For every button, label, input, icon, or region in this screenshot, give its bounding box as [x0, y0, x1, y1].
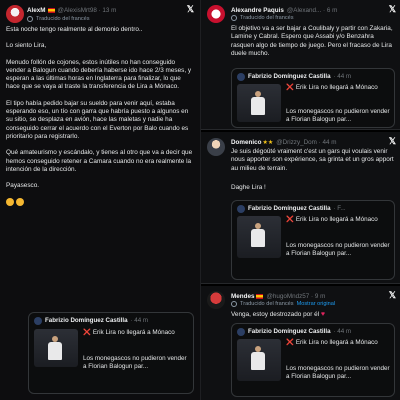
face-icon	[6, 198, 14, 207]
heart-icon: ♥	[320, 311, 326, 318]
tweet-text: Venga, estoy destrozado por él ♥	[231, 311, 326, 318]
tweet-header: Domenico ★★ @Drizzy_Dom · 44 m	[231, 137, 396, 147]
quote-title: ❌ Erik Lira no llegará a Mónaco	[286, 339, 378, 346]
tweet-card[interactable]: Domenico ★★ @Drizzy_Dom · 44 m 𝕏 Je suis…	[201, 132, 400, 284]
quote-text: Los monegascos no pudieron vender a Flor…	[83, 355, 187, 371]
tweet-text: Esta noche tengo realmente al demonio de…	[6, 26, 194, 214]
avatar[interactable]	[207, 138, 225, 156]
face-icon	[16, 198, 24, 207]
tweet-header: Alexandre Paquis @Alexand... · 6 m	[231, 5, 396, 15]
quote-avatar	[237, 327, 245, 336]
author-name[interactable]: Alexandre Paquis	[231, 7, 284, 14]
show-original-link[interactable]: Mostrar original	[297, 301, 336, 307]
flag-icon	[256, 293, 264, 299]
quote-title: ❌ Erik Lira no llegará a Mónaco	[286, 84, 378, 91]
quote-text: Los monegascos no pudieron vender a Flor…	[286, 242, 390, 258]
author-handle[interactable]: @hugoMndz57 · 9 m	[266, 293, 325, 300]
red-x-icon: ❌	[286, 84, 294, 91]
paragraph: Qué amateurismo y escándalo, y tienes al…	[6, 149, 193, 173]
star-icon: ★★	[262, 139, 274, 146]
author-handle[interactable]: @Drizzy_Dom · 44 m	[276, 139, 336, 146]
translation-note: Traducido del francés	[27, 16, 90, 22]
globe-icon	[27, 16, 33, 22]
tweet-text: Je suis dégoûté vraiment c'est un gars q…	[231, 148, 394, 172]
tweet-card[interactable]: Mendes @hugoMndz57 · 9 m 𝕏 Traducido del…	[201, 286, 400, 400]
tweet-card[interactable]: Alexandre Paquis @Alexand... · 6 m 𝕏 Tra…	[201, 0, 400, 130]
quoted-tweet[interactable]: Fabrizio Domínguez Castilla · F... ❌ Erik…	[231, 200, 395, 280]
translation-note: Traducido del francés Mostrar original	[231, 301, 335, 307]
paragraph: Payasesco.	[6, 182, 40, 190]
player-photo	[48, 336, 62, 360]
red-x-icon: ❌	[83, 329, 91, 336]
quote-header: Fabrizio Domínguez Castilla · 44 m	[34, 316, 173, 325]
x-logo-icon: 𝕏	[186, 4, 194, 14]
quote-title: ❌ Erik Lira no llegará a Mónaco	[286, 216, 378, 223]
translation-label: Traducido del francés	[36, 16, 90, 22]
translation-note: Traducido del francés	[231, 15, 294, 21]
avatar[interactable]	[6, 5, 24, 23]
quoted-tweet[interactable]: Fabrizio Domínguez Castilla · 44 m ❌ Erik…	[231, 68, 395, 128]
quote-header: Fabrizio Domínguez Castilla · F...	[237, 204, 374, 213]
tweet-header: AlexM @AlexisMrt98 · 13 m	[27, 5, 184, 15]
globe-icon	[231, 301, 237, 307]
x-logo-icon: 𝕏	[388, 136, 396, 146]
paragraph: Menudo follón de cojones, estos inútiles…	[6, 58, 192, 91]
red-x-icon: ❌	[286, 216, 294, 223]
quote-header: Fabrizio Domínguez Castilla · 44 m	[237, 72, 374, 81]
avatar[interactable]	[207, 291, 225, 309]
quote-text: Los monegascos no pudieron vender a Flor…	[286, 108, 390, 124]
quote-header: Fabrizio Domínguez Castilla · 44 m	[237, 327, 374, 336]
quote-image[interactable]	[34, 329, 78, 367]
quote-image[interactable]	[237, 216, 281, 258]
paragraph: Esta noche tengo realmente al demonio de…	[6, 26, 143, 33]
flag-icon	[47, 7, 55, 13]
quote-title: ❌ Erik Lira no llegará a Mónaco	[83, 329, 175, 336]
author-handle[interactable]: @Alexand... · 6 m	[287, 7, 338, 14]
x-logo-icon: 𝕏	[388, 290, 396, 300]
quoted-tweet[interactable]: Fabrizio Domínguez Castilla · 44 m ❌ Erik…	[28, 312, 194, 394]
tweet-header: Mendes @hugoMndz57 · 9 m	[231, 291, 396, 301]
red-x-icon: ❌	[286, 339, 294, 346]
tweet-text-line: Daghe Lira !	[231, 184, 266, 191]
quote-text: Los monegascos no pudieron vender a Flor…	[286, 365, 390, 381]
x-logo-icon: 𝕏	[388, 4, 396, 14]
quoted-tweet[interactable]: Fabrizio Domínguez Castilla · 44 m ❌ Erik…	[231, 323, 395, 397]
author-name[interactable]: AlexM	[27, 7, 46, 14]
quote-image[interactable]	[237, 84, 281, 122]
right-tweet-column: Alexandre Paquis @Alexand... · 6 m 𝕏 Tra…	[201, 0, 400, 400]
paragraph: El tipo había pedido bajar su sueldo par…	[6, 99, 189, 140]
tweet-text: El objetivo va a ser bajar a Coulibaly y…	[231, 25, 393, 57]
author-handle[interactable]: @AlexisMrt98 · 13 m	[58, 7, 117, 14]
quote-avatar	[237, 72, 245, 81]
quote-avatar	[237, 204, 245, 213]
emoji-row	[6, 198, 24, 207]
left-tweet-panel: AlexM @AlexisMrt98 · 13 m 𝕏 Traducido de…	[0, 0, 200, 400]
author-name[interactable]: Domenico	[231, 139, 261, 146]
author-name[interactable]: Mendes	[231, 293, 254, 300]
avatar[interactable]	[207, 5, 225, 23]
quote-image[interactable]	[237, 339, 281, 381]
quote-avatar	[34, 316, 42, 325]
paragraph: Lo siento Lira,	[6, 42, 47, 50]
quote-author: Fabrizio Domínguez Castilla	[45, 317, 128, 324]
quote-time: · 44 m	[130, 317, 149, 324]
globe-icon	[231, 15, 237, 21]
